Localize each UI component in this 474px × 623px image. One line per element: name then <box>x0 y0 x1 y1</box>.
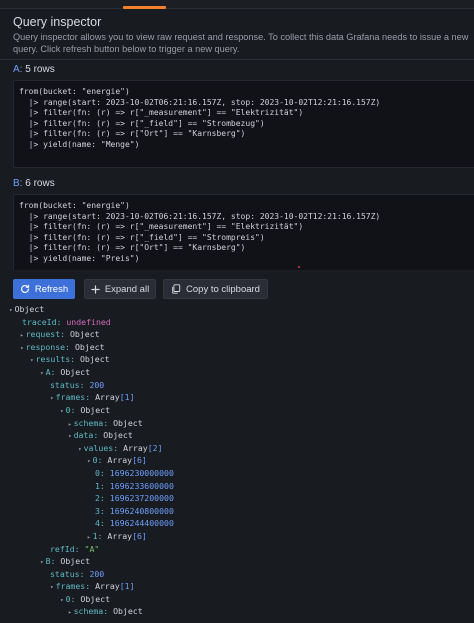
tree-row-request[interactable]: ▸ request: Object <box>20 328 100 340</box>
expanded-arrow-icon: ▾ <box>68 433 72 440</box>
expanded-arrow-icon: ▾ <box>40 370 44 377</box>
expanded-arrow-icon: ▾ <box>30 357 34 364</box>
tree-row-data[interactable]: ▾ data: Object <box>68 429 133 441</box>
copy-label: Copy to clipboard <box>186 283 260 295</box>
expanded-arrow-icon: ▾ <box>87 458 91 465</box>
tree-row-b[interactable]: ▾ B: Object <box>40 555 90 567</box>
expanded-arrow-icon: ▾ <box>50 395 54 402</box>
tree-row-traceid: traceId: undefined <box>22 317 111 327</box>
query-a-label: A: 5 rows <box>13 64 55 75</box>
tree-row-values[interactable]: ▾ values: Array[2] <box>78 442 163 454</box>
expand-all-label: Expand all <box>104 283 150 295</box>
list-item: 2: 1696237200000 <box>95 493 174 503</box>
tree-row-b-schema[interactable]: ▸ schema: Object <box>68 605 143 617</box>
query-a-letter: A: <box>13 64 23 75</box>
expanded-arrow-icon: ▾ <box>50 584 54 591</box>
query-b-label: B: 6 rows <box>13 178 55 189</box>
list-item: 1: 1696233600000 <box>95 481 174 491</box>
tree-row-a-frames[interactable]: ▾ frames: Array[1] <box>50 391 135 403</box>
tree-row-response[interactable]: ▾ response: Object <box>20 341 105 353</box>
divider <box>0 59 474 60</box>
collapsed-arrow-icon: ▸ <box>68 609 72 616</box>
tree-row-refid: refId: "A" <box>50 544 100 554</box>
tree-row-b-frames[interactable]: ▾ frames: Array[1] <box>50 580 135 592</box>
tree-row-b-status: status: 200 <box>50 569 105 579</box>
list-item: 4: 1696244400000 <box>95 518 174 528</box>
tree-row-values-0[interactable]: ▾ 0: Array[6] <box>87 454 147 466</box>
query-b-letter: B: <box>13 178 23 189</box>
query-a-rows: 5 rows <box>25 64 55 75</box>
page-title: Query inspector <box>13 15 102 29</box>
expanded-arrow-icon: ▾ <box>9 307 13 314</box>
refresh-button[interactable]: Refresh <box>13 279 75 299</box>
tree-row-a-status: status: 200 <box>50 380 105 390</box>
refresh-label: Refresh <box>34 283 69 295</box>
tree-row-a[interactable]: ▾ A: Object <box>40 366 90 378</box>
query-b-rows: 6 rows <box>25 178 55 189</box>
query-b-code: from(bucket: "energie") |> range(start: … <box>13 194 474 270</box>
expanded-arrow-icon: ▾ <box>40 559 44 566</box>
indicator-dot <box>298 266 300 268</box>
expanded-arrow-icon: ▾ <box>78 446 82 453</box>
query-a-code: from(bucket: "energie") |> range(start: … <box>13 80 474 168</box>
plus-icon <box>91 284 100 294</box>
copy-icon <box>171 284 181 294</box>
refresh-icon <box>20 284 30 294</box>
tree-row-values-1[interactable]: ▸ 1: Array[6] <box>87 530 147 542</box>
tree-row-results[interactable]: ▾ results: Object <box>30 353 110 365</box>
active-tab-indicator[interactable] <box>123 6 166 9</box>
page-description: Query inspector allows you to view raw r… <box>13 32 469 54</box>
copy-to-clipboard-button[interactable]: Copy to clipboard <box>163 279 268 299</box>
tree-root[interactable]: ▾ Object <box>9 303 44 315</box>
list-item: 0: 1696230000000 <box>95 468 174 478</box>
tree-row-b-frame0[interactable]: ▾ 0: Object <box>60 593 110 605</box>
expanded-arrow-icon: ▾ <box>60 408 64 415</box>
list-item: 3: 1696240800000 <box>95 506 174 516</box>
collapsed-arrow-icon: ▸ <box>68 421 72 428</box>
expand-all-button[interactable]: Expand all <box>84 279 156 299</box>
tree-row-a-frame0[interactable]: ▾ 0: Object <box>60 404 110 416</box>
collapsed-arrow-icon: ▸ <box>87 534 91 541</box>
collapsed-arrow-icon: ▸ <box>20 332 24 339</box>
tree-row-schema[interactable]: ▸ schema: Object <box>68 417 143 429</box>
expanded-arrow-icon: ▾ <box>60 597 64 604</box>
expanded-arrow-icon: ▾ <box>20 345 24 352</box>
tab-bar <box>0 0 474 9</box>
